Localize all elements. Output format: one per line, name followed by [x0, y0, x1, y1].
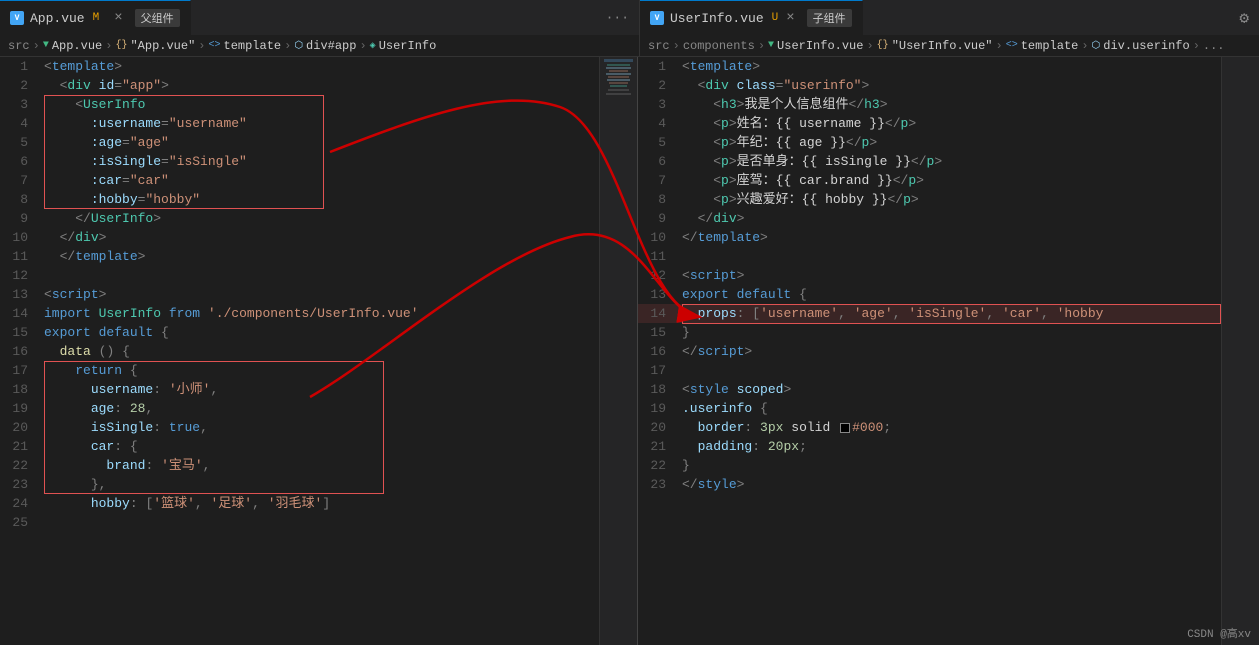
code-line: 4 :username="username" — [0, 114, 599, 133]
code-line: 21 car: { — [0, 437, 599, 456]
code-line: 24 hobby: ['篮球', '足球', '羽毛球'] — [0, 494, 599, 513]
code-line: 14import UserInfo from './components/Use… — [0, 304, 599, 323]
watermark: CSDN @高xv — [1187, 625, 1251, 641]
tab-close-left[interactable]: × — [114, 10, 122, 26]
code-line: 23</style> — [638, 475, 1221, 494]
code-line: 19.userinfo { — [638, 399, 1221, 418]
code-line: 19 age: 28, — [0, 399, 599, 418]
left-code-editor[interactable]: 1<template> 2 <div id="app"> 3 <UserInfo… — [0, 57, 599, 645]
minimap-left — [599, 57, 637, 645]
right-code-editor[interactable]: 1<template> 2 <div class="userinfo"> 3 <… — [638, 57, 1221, 645]
code-line: 17 — [638, 361, 1221, 380]
code-line: 8 <p>兴趣爱好：{{ hobby }}</p> — [638, 190, 1221, 209]
code-line-props: 14 props: ['username', 'age', 'isSingle'… — [638, 304, 1221, 323]
minimap-right — [1221, 57, 1259, 645]
code-line: 1<template> — [638, 57, 1221, 76]
code-line: 16 data () { — [0, 342, 599, 361]
code-line: 2 <div class="userinfo"> — [638, 76, 1221, 95]
code-line: 12 — [0, 266, 599, 285]
code-line: 22} — [638, 456, 1221, 475]
child-badge: 子组件 — [807, 9, 852, 27]
code-line: 1<template> — [0, 57, 599, 76]
code-line: 20 border: 3px solid #000; — [638, 418, 1221, 437]
tab-modified-indicator-right: U — [772, 12, 779, 24]
tab-more-left[interactable]: ··· — [596, 0, 639, 35]
code-line: 8 :hobby="hobby" — [0, 190, 599, 209]
code-line: 18 username: '小师', — [0, 380, 599, 399]
code-line: 18<style scoped> — [638, 380, 1221, 399]
code-line: 15export default { — [0, 323, 599, 342]
code-line: 7 <p>座驾：{{ car.brand }}</p> — [638, 171, 1221, 190]
code-line: 10</template> — [638, 228, 1221, 247]
code-line: 22 brand: '宝马', — [0, 456, 599, 475]
tab-app-vue-label: App.vue — [30, 11, 85, 26]
code-line: 25 — [0, 513, 599, 532]
code-line: 6 :isSingle="isSingle" — [0, 152, 599, 171]
breadcrumb-right: src › components › ▼ UserInfo.vue › {} "… — [640, 35, 1259, 56]
code-line: 6 <p>是否单身：{{ isSingle }}</p> — [638, 152, 1221, 171]
tab-app-vue[interactable]: V App.vue M × 父组件 — [0, 0, 191, 35]
code-line: 21 padding: 20px; — [638, 437, 1221, 456]
code-line: 9 </UserInfo> — [0, 209, 599, 228]
tab-userinfo-vue-label: UserInfo.vue — [670, 11, 764, 26]
code-line: 16</script> — [638, 342, 1221, 361]
code-line: 5 :age="age" — [0, 133, 599, 152]
vue-file-icon: V — [10, 11, 24, 25]
code-line: 12<script> — [638, 266, 1221, 285]
tab-modified-indicator: M — [93, 12, 100, 24]
tab-close-right[interactable]: × — [786, 10, 794, 26]
vue-file-icon-right: V — [650, 11, 664, 25]
breadcrumb-left: src › ▼ App.vue › {} "App.vue" › <> temp… — [0, 35, 640, 56]
code-line: 2 <div id="app"> — [0, 76, 599, 95]
code-line: 4 <p>姓名：{{ username }}</p> — [638, 114, 1221, 133]
code-line: 5 <p>年纪：{{ age }}</p> — [638, 133, 1221, 152]
tab-userinfo-vue[interactable]: V UserInfo.vue U × 子组件 — [640, 0, 863, 35]
code-line: 10 </div> — [0, 228, 599, 247]
code-line: 15} — [638, 323, 1221, 342]
code-line: 20 isSingle: true, — [0, 418, 599, 437]
code-line: 3 <UserInfo — [0, 95, 599, 114]
code-line: 9 </div> — [638, 209, 1221, 228]
code-line: 23 }, — [0, 475, 599, 494]
code-line: 7 :car="car" — [0, 171, 599, 190]
code-line: 13export default { — [638, 285, 1221, 304]
code-line: 11 — [638, 247, 1221, 266]
code-line: 13<script> — [0, 285, 599, 304]
code-line: 17 return { — [0, 361, 599, 380]
parent-badge: 父组件 — [135, 9, 180, 27]
tab-settings-right[interactable]: ⚙ — [1229, 0, 1259, 35]
code-line: 11 </template> — [0, 247, 599, 266]
code-line: 3 <h3>我是个人信息组件</h3> — [638, 95, 1221, 114]
